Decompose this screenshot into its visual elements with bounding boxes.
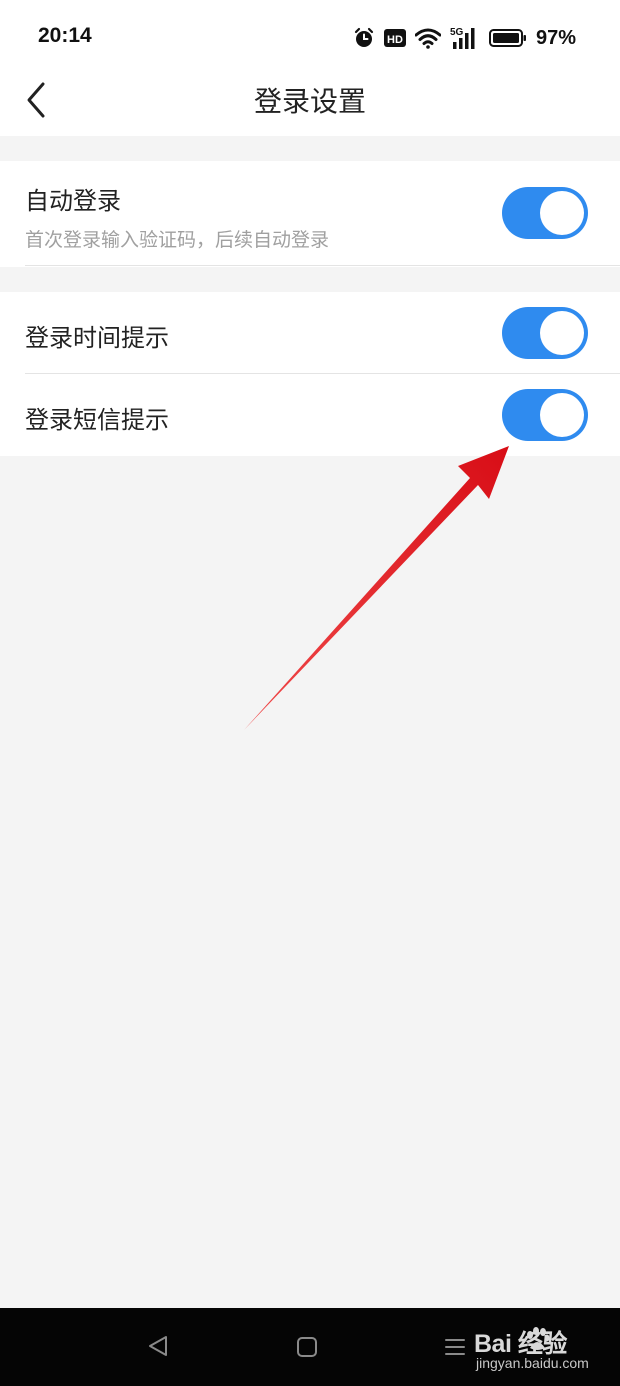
- annotation-arrow: [244, 446, 509, 730]
- square-home-icon[interactable]: [296, 1336, 318, 1362]
- watermark-url: jingyan.baidu.com: [476, 1355, 589, 1371]
- baidu-paw-icon: [527, 1327, 550, 1350]
- baidu-jingyan-watermark: Bai 经验 jingyan.baidu.com: [474, 1322, 614, 1378]
- system-nav-bar: Bai 经验 jingyan.baidu.com: [0, 1308, 620, 1386]
- menu-lines-icon[interactable]: [444, 1336, 466, 1362]
- triangle-back-icon[interactable]: [146, 1334, 170, 1362]
